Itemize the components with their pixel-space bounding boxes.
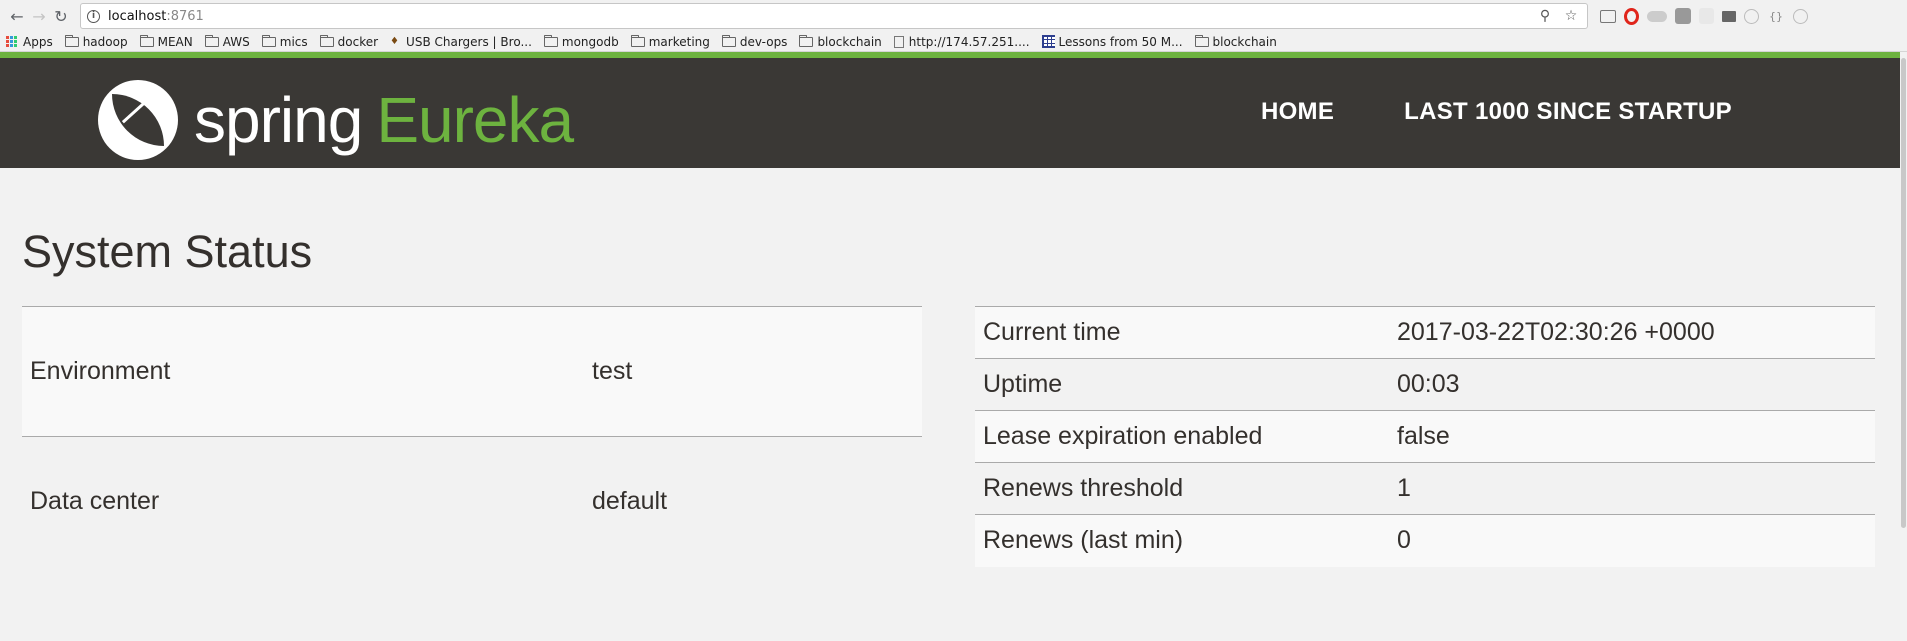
reload-icon[interactable]: ↻: [50, 4, 72, 28]
bookmark-link[interactable]: Lessons from 50 M...: [1041, 35, 1183, 49]
runtime-table: Current time 2017-03-22T02:30:26 +0000 U…: [975, 306, 1875, 567]
page-title: System Status: [22, 226, 313, 277]
spring-eureka-logo[interactable]: spring Eureka: [98, 80, 574, 160]
extensions-bar: {}: [1600, 7, 1808, 25]
bookmark-folder[interactable]: hadoop: [64, 34, 128, 49]
row-key: Renews (last min): [975, 514, 1389, 567]
row-value: default: [584, 436, 922, 567]
url-host: localhost: [108, 8, 167, 24]
folder-icon: [799, 34, 814, 47]
info-icon[interactable]: i: [87, 9, 100, 23]
bookmark-link[interactable]: http://174.57.251....: [893, 35, 1030, 49]
site-header: spring Eureka HOME LAST 1000 SINCE STARTU…: [0, 58, 1900, 168]
environment-table: Environment test Data center default: [22, 306, 922, 567]
bookmark-star-icon[interactable]: ☆: [1561, 8, 1581, 24]
row-value: false: [1389, 410, 1875, 463]
table-row: Lease expiration enabled false: [975, 410, 1875, 463]
scrollbar-thumb[interactable]: [1901, 58, 1906, 528]
extension-ring-icon[interactable]: [1793, 8, 1808, 24]
folder-icon: [721, 34, 736, 47]
table-row: Uptime 00:03: [975, 358, 1875, 411]
row-value: test: [584, 306, 922, 437]
row-key: Current time: [975, 306, 1389, 359]
table-row: Renews threshold 1: [975, 462, 1875, 515]
logo-word-spring: spring: [194, 84, 363, 156]
folder-icon: [261, 34, 276, 47]
nav-home-link[interactable]: HOME: [1261, 98, 1334, 126]
extension-pill-icon[interactable]: [1647, 10, 1667, 22]
folder-icon: [64, 34, 79, 47]
json-extension-icon[interactable]: {}: [1767, 7, 1785, 25]
top-navigation: HOME LAST 1000 SINCE STARTUP: [1261, 98, 1732, 126]
folder-icon: [204, 34, 219, 47]
cast-icon[interactable]: [1600, 9, 1616, 23]
bookmark-folder[interactable]: MEAN: [139, 34, 193, 49]
page-viewport: spring Eureka HOME LAST 1000 SINCE STARTU…: [0, 52, 1907, 641]
grid-icon: [1041, 35, 1055, 48]
folder-icon: [139, 34, 154, 47]
nav-last-1000-link[interactable]: LAST 1000 SINCE STARTUP: [1404, 98, 1732, 126]
apps-icon: [6, 35, 18, 48]
folder-icon: [1194, 34, 1209, 47]
bookmark-folder[interactable]: AWS: [204, 34, 250, 49]
main-content: System Status Environment test Data cent…: [0, 168, 1900, 567]
page-scrollbar[interactable]: [1900, 52, 1907, 641]
bookmark-folder[interactable]: mongodb: [543, 34, 619, 49]
opera-extension-icon[interactable]: [1624, 7, 1639, 25]
bookmark-folder[interactable]: marketing: [630, 34, 710, 49]
forward-arrow-icon[interactable]: →: [28, 4, 50, 28]
address-bar[interactable]: i localhost:8761 ⚲ ☆: [80, 3, 1588, 29]
row-value: 1: [1389, 462, 1875, 515]
row-key: Environment: [22, 306, 584, 437]
url-port: :8761: [166, 8, 204, 24]
table-row: Environment test: [22, 306, 922, 437]
bookmark-folder[interactable]: docker: [319, 34, 378, 49]
table-row: Data center default: [22, 436, 922, 567]
bookmark-folder[interactable]: dev-ops: [721, 34, 787, 49]
bookmarks-bar: Apps hadoop MEAN AWS mics docker ♦ USB Ch…: [0, 32, 1907, 52]
logo-text: spring Eureka: [194, 80, 574, 160]
row-key: Uptime: [975, 358, 1389, 411]
folder-icon: [543, 34, 558, 47]
extension-light-icon[interactable]: [1699, 8, 1714, 24]
bookmark-folder[interactable]: mics: [261, 34, 308, 49]
bookmark-folder[interactable]: blockchain: [1194, 34, 1277, 49]
logo-word-eureka: Eureka: [376, 84, 574, 156]
table-row: Current time 2017-03-22T02:30:26 +0000: [975, 306, 1875, 359]
bookmark-apps[interactable]: Apps: [6, 35, 53, 49]
row-key: Data center: [22, 436, 584, 567]
back-arrow-icon[interactable]: ←: [6, 4, 28, 28]
zoom-icon[interactable]: ⚲: [1535, 8, 1555, 24]
browser-toolbar: ← → ↻ i localhost:8761 ⚲ ☆ {}: [0, 0, 1907, 32]
folder-icon: [319, 34, 334, 47]
folder-icon: [630, 34, 645, 47]
extension-circle-icon[interactable]: [1744, 8, 1759, 24]
bookmark-folder[interactable]: blockchain: [799, 34, 882, 49]
bookmark-link[interactable]: ♦ USB Chargers | Bro...: [390, 35, 532, 49]
row-value: 00:03: [1389, 358, 1875, 411]
page-icon: [893, 35, 904, 48]
table-row: Renews (last min) 0: [975, 514, 1875, 567]
spring-leaf-icon: [98, 80, 178, 160]
status-tables: Environment test Data center default Cur…: [22, 306, 1878, 567]
usb-icon: ♦: [390, 35, 400, 47]
row-key: Renews threshold: [975, 462, 1389, 515]
extension-square-icon[interactable]: [1675, 8, 1691, 24]
mail-extension-icon[interactable]: [1722, 10, 1736, 22]
row-key: Lease expiration enabled: [975, 410, 1389, 463]
row-value: 2017-03-22T02:30:26 +0000: [1389, 306, 1875, 359]
row-value: 0: [1389, 514, 1875, 567]
